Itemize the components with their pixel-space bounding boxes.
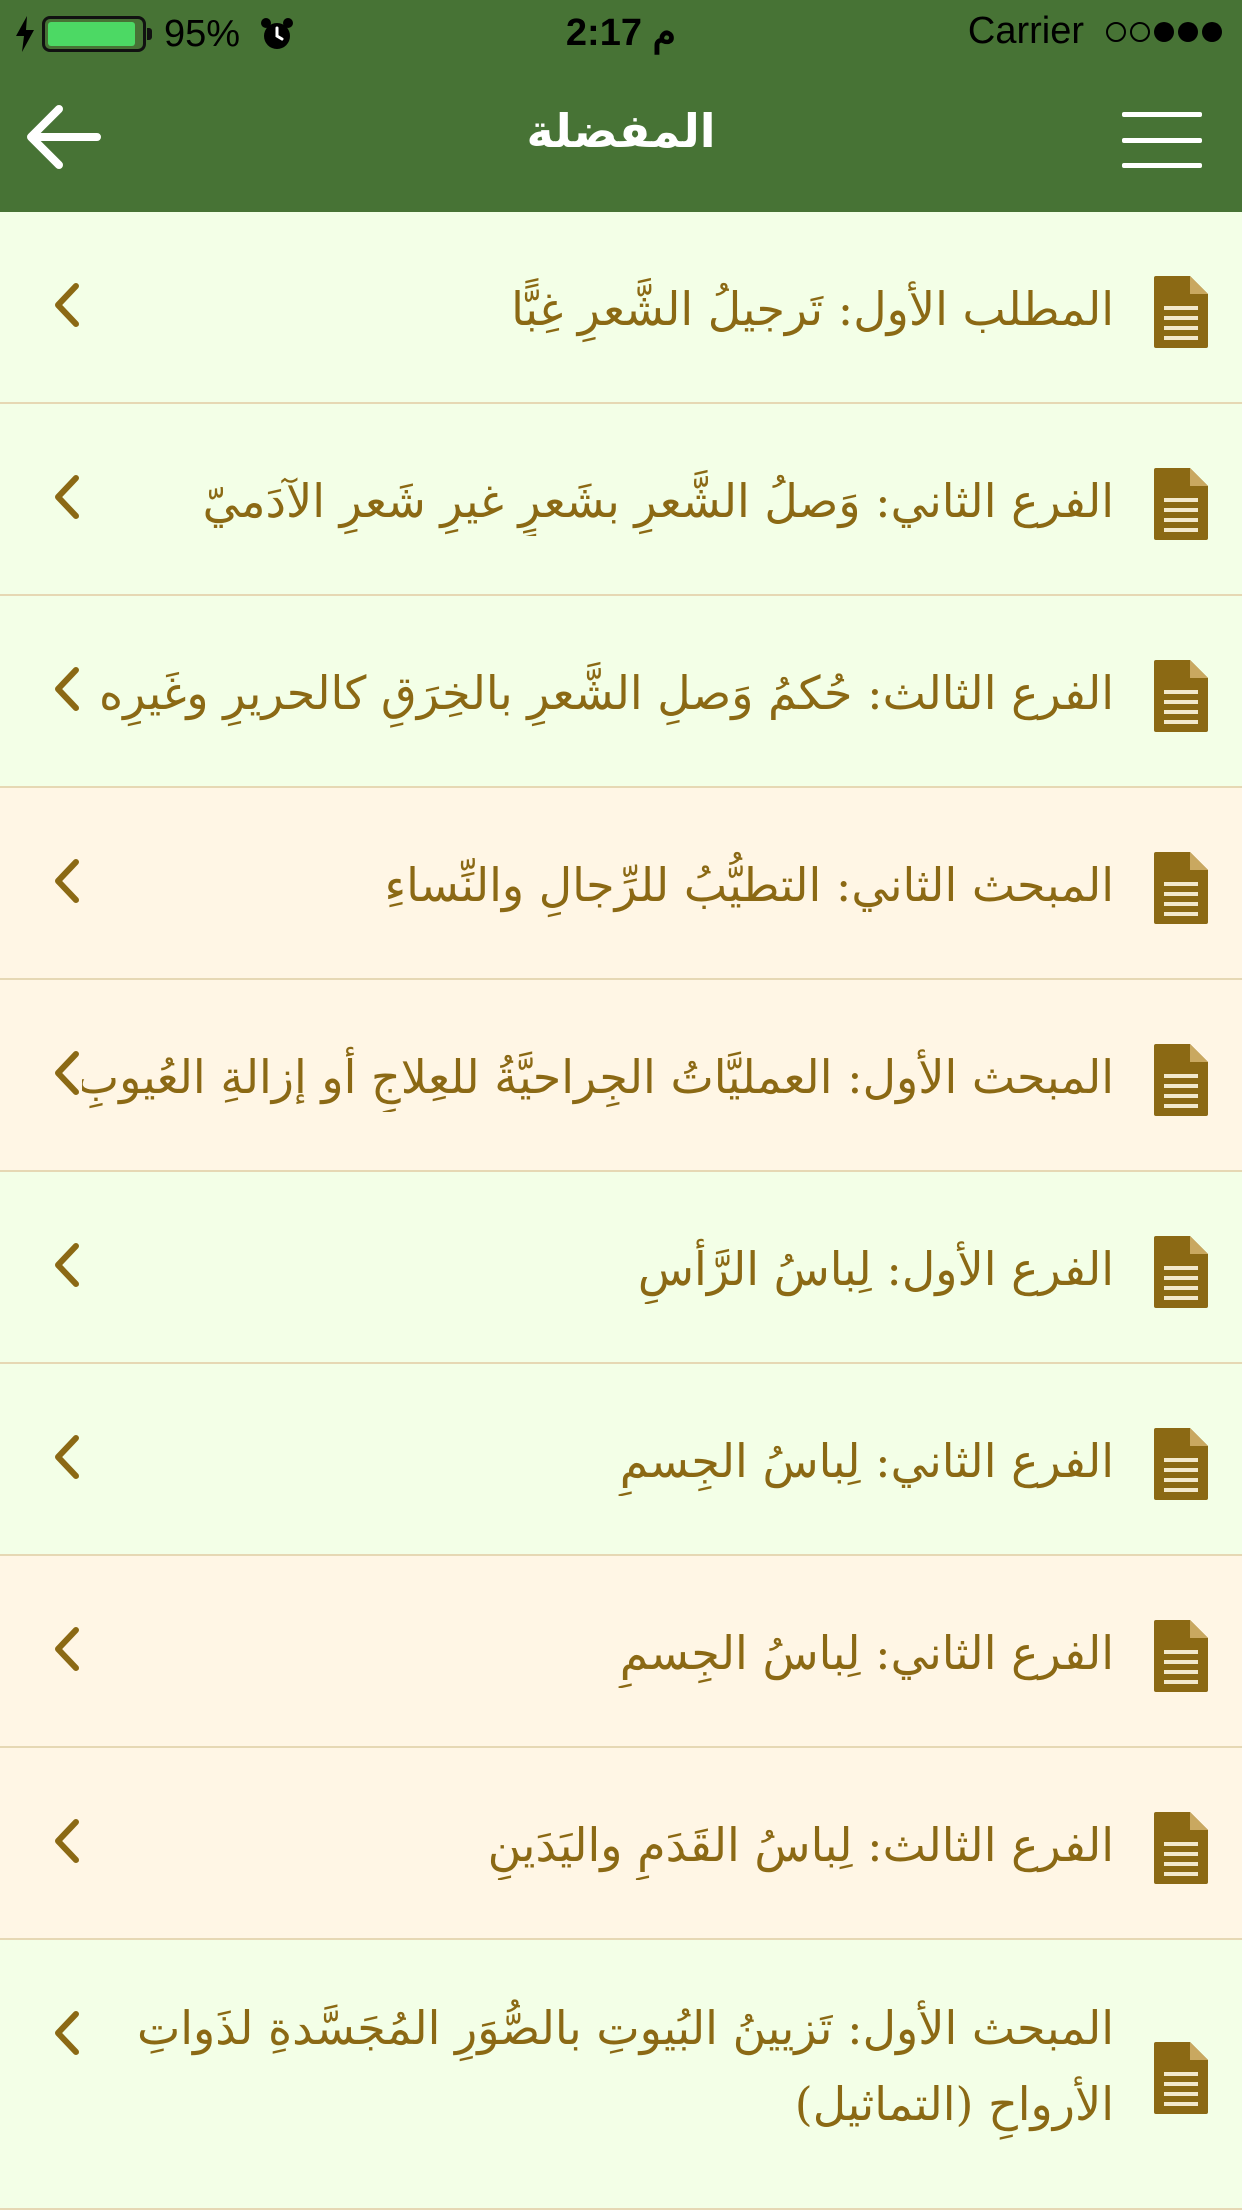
- signal-dot: [1130, 21, 1150, 42]
- list-item[interactable]: الفرع الأول: لِباسُ الرَّأسِ: [0, 1172, 1242, 1364]
- chevron-left-icon: [55, 1243, 79, 1287]
- list-item[interactable]: الفرع الثاني: لِباسُ الجِسمِ: [0, 1556, 1242, 1748]
- list-item-title: المطلب الأول: تَرجيلُ الشَّعرِ غِبًّا: [511, 282, 1114, 336]
- menu-line: [1122, 163, 1202, 168]
- list-item[interactable]: المبحث الأول: تَزيينُ البُيوتِ بالصُّوَر…: [0, 1940, 1242, 2210]
- chevron-left-icon: [55, 667, 79, 711]
- chevron-left-icon: [55, 1819, 79, 1863]
- chevron-left-icon: [55, 2011, 79, 2055]
- list-item[interactable]: المبحث الأول: العمليَّاتُ الجِراحيَّةُ ل…: [0, 980, 1242, 1172]
- chevron-left-icon: [55, 1627, 79, 1671]
- status-right: Carrier: [968, 10, 1222, 53]
- chevron-left-icon: [55, 1435, 79, 1479]
- chevron-left-icon: [55, 859, 79, 903]
- status-bar: 95% 2:17 م Carrier: [0, 0, 1242, 66]
- list-item[interactable]: الفرع الثالث: لِباسُ القَدَمِ واليَدَينِ: [0, 1748, 1242, 1940]
- signal-dot: [1178, 21, 1198, 42]
- list-item[interactable]: المطلب الأول: تَرجيلُ الشَّعرِ غِبًّا: [0, 212, 1242, 404]
- list-item[interactable]: الفرع الثاني: لِباسُ الجِسمِ: [0, 1364, 1242, 1556]
- list-item-title: الفرع الثاني: لِباسُ الجِسمِ: [619, 1626, 1114, 1680]
- signal-dot: [1202, 21, 1222, 42]
- document-icon: [1154, 2042, 1208, 2114]
- signal-strength-icon: [1102, 21, 1222, 42]
- carrier-label: Carrier: [967, 10, 1084, 52]
- document-icon: [1154, 468, 1208, 540]
- list-item[interactable]: الفرع الثالث: حُكمُ وَصلِ الشَّعرِ بالخِ…: [0, 596, 1242, 788]
- list-item-title: المبحث الأول: العمليَّاتُ الجِراحيَّةُ ل…: [82, 1050, 1114, 1104]
- document-icon: [1154, 1044, 1208, 1116]
- menu-line: [1122, 137, 1202, 143]
- list-item-title: المبحث الأول: تَزيينُ البُيوتِ بالصُّوَر…: [136, 2001, 1114, 2131]
- document-icon: [1154, 276, 1208, 348]
- document-icon: [1154, 660, 1208, 732]
- document-icon: [1154, 852, 1208, 924]
- list-item-title: الفرع الثالث: حُكمُ وَصلِ الشَّعرِ بالخِ…: [98, 666, 1114, 720]
- list-item-title: المبحث الثاني: التطيُّبُ للرِّجالِ والنِ…: [384, 858, 1115, 912]
- chevron-left-icon: [55, 1051, 79, 1095]
- document-icon: [1154, 1812, 1208, 1884]
- favorites-list: المطلب الأول: تَرجيلُ الشَّعرِ غِبًّا الف…: [0, 212, 1242, 2210]
- signal-dot: [1106, 21, 1126, 42]
- list-item[interactable]: المبحث الثاني: التطيُّبُ للرِّجالِ والنِ…: [0, 788, 1242, 980]
- menu-line: [1122, 112, 1202, 117]
- chevron-left-icon: [55, 283, 79, 327]
- document-icon: [1154, 1236, 1208, 1308]
- list-item-title: الفرع الثاني: لِباسُ الجِسمِ: [619, 1434, 1114, 1488]
- hamburger-menu-icon[interactable]: [1122, 112, 1202, 168]
- chevron-left-icon: [55, 475, 79, 519]
- list-item[interactable]: الفرع الثاني: وَصلُ الشَّعرِ بشَعرٍ غيرِ…: [0, 404, 1242, 596]
- list-item-title: الفرع الثالث: لِباسُ القَدَمِ واليَدَينِ: [487, 1818, 1114, 1872]
- nav-bar: المفضلة: [0, 66, 1242, 212]
- list-item-title: الفرع الثاني: وَصلُ الشَّعرِ بشَعرٍ غيرِ…: [202, 474, 1114, 528]
- document-icon: [1154, 1428, 1208, 1500]
- signal-dot: [1154, 21, 1174, 42]
- list-item-title: الفرع الأول: لِباسُ الرَّأسِ: [637, 1242, 1114, 1296]
- page-title: المفضلة: [526, 104, 716, 158]
- document-icon: [1154, 1620, 1208, 1692]
